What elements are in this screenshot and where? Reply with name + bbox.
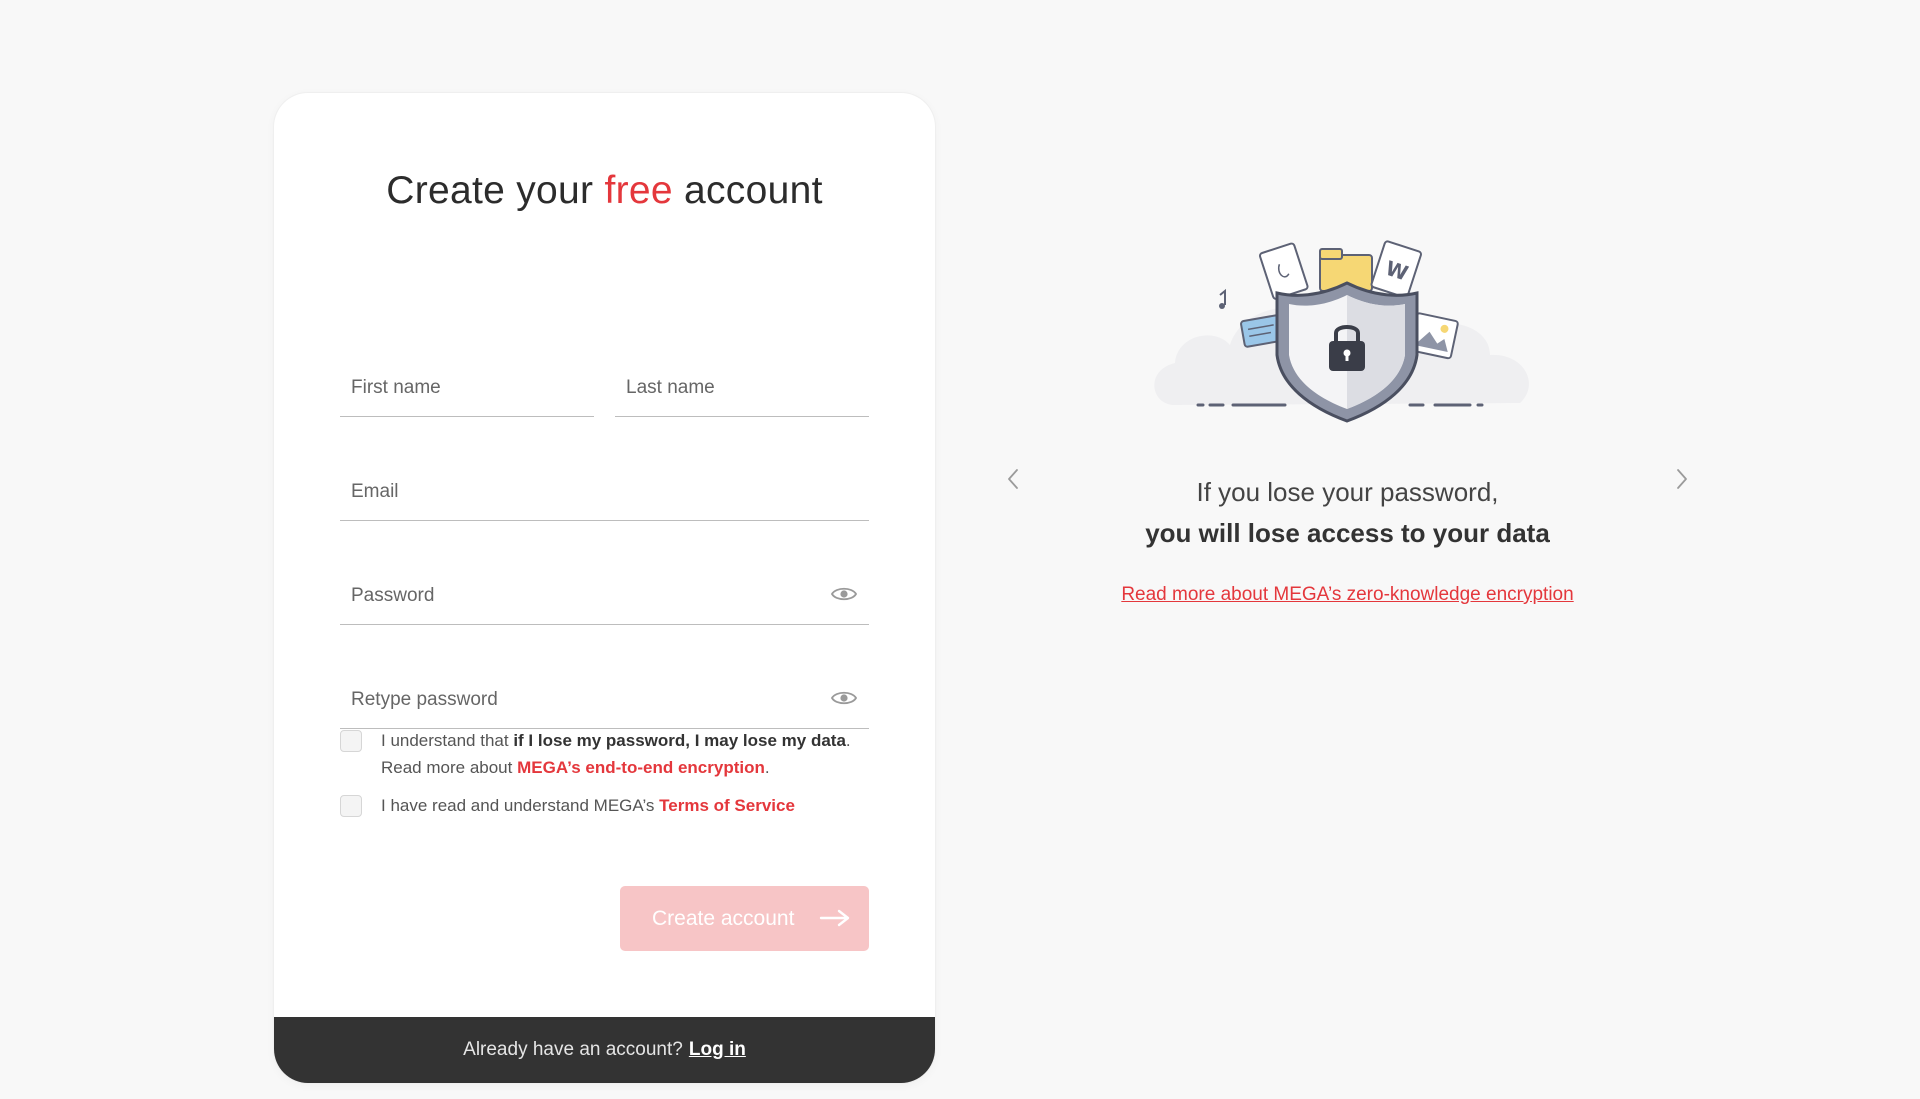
terms-of-service-link[interactable]: Terms of Service: [659, 796, 795, 815]
arrow-right-icon: [819, 909, 850, 927]
eye-icon[interactable]: [831, 689, 857, 707]
footer-text: Already have an account?: [463, 1039, 683, 1060]
password-loss-text: I understand that if I lose my password,…: [381, 731, 851, 777]
first-name-field: [340, 355, 594, 417]
carousel-line-2: you will lose access to your data: [1145, 518, 1550, 548]
password-loss-agreement: I understand that if I lose my password,…: [340, 727, 851, 783]
first-name-input[interactable]: [340, 355, 594, 416]
shield-lock-illustration: W: [1154, 240, 1529, 423]
last-name-field: [615, 355, 869, 417]
terms-text: I have read and understand MEGA’s Terms …: [381, 796, 795, 815]
retype-password-field: [340, 667, 869, 729]
login-link[interactable]: Log in: [689, 1039, 746, 1061]
chevron-right-icon[interactable]: [1675, 467, 1689, 491]
page-title: Create your free account: [386, 169, 823, 212]
create-account-label: Create account: [652, 906, 795, 930]
signup-card: Create your free account I understand th…: [274, 93, 935, 1083]
password-input[interactable]: [340, 563, 869, 624]
login-footer: Already have an account? Log in: [274, 1017, 935, 1083]
email-input[interactable]: [340, 459, 869, 520]
create-account-button[interactable]: Create account: [620, 886, 869, 951]
email-field: [340, 459, 869, 521]
password-loss-checkbox[interactable]: [340, 730, 362, 752]
last-name-input[interactable]: [615, 355, 869, 416]
zero-knowledge-encryption-link[interactable]: Read more about MEGA’s zero-knowledge en…: [1080, 584, 1615, 606]
encryption-link[interactable]: MEGA’s end-to-end encryption: [517, 758, 765, 777]
eye-icon[interactable]: [831, 585, 857, 603]
terms-agreement: I have read and understand MEGA’s Terms …: [340, 792, 840, 820]
chevron-left-icon[interactable]: [1006, 467, 1020, 491]
carousel-line-1: If you lose your password,: [1196, 477, 1499, 507]
title-accent: free: [604, 169, 673, 212]
retype-password-input[interactable]: [340, 667, 869, 728]
terms-checkbox[interactable]: [340, 795, 362, 817]
password-field: [340, 563, 869, 625]
